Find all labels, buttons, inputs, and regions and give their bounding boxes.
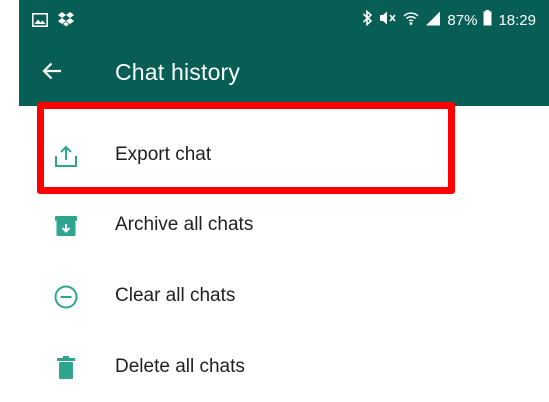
battery-icon xyxy=(483,10,492,30)
mute-icon xyxy=(379,10,397,30)
menu-item-label: Clear all chats xyxy=(115,285,236,306)
menu-item-delete-all-chats[interactable]: Delete all chats xyxy=(19,332,549,402)
page-title: Chat history xyxy=(115,59,241,85)
menu-item-export-chat[interactable]: Export chat xyxy=(19,120,549,190)
dropbox-icon xyxy=(57,12,75,32)
back-button[interactable] xyxy=(37,58,67,88)
signal-icon xyxy=(425,11,441,30)
app-frame: 87% 18:29 Chat history Export chat Archi… xyxy=(19,0,549,381)
bluetooth-icon xyxy=(362,9,373,30)
gallery-icon xyxy=(32,12,48,32)
app-bar: Chat history xyxy=(19,40,549,106)
export-icon xyxy=(53,143,79,169)
delete-icon xyxy=(53,355,79,381)
menu-item-label: Archive all chats xyxy=(115,214,254,235)
status-bar: 87% 18:29 xyxy=(19,0,549,40)
menu-item-label: Delete all chats xyxy=(115,356,245,377)
clock: 18:29 xyxy=(498,11,536,29)
status-left-icons xyxy=(32,12,75,32)
menu-item-archive-all-chats[interactable]: Archive all chats xyxy=(19,190,549,260)
menu-item-clear-all-chats[interactable]: Clear all chats xyxy=(19,261,549,331)
menu-item-label: Export chat xyxy=(115,144,212,165)
clear-icon xyxy=(53,284,79,310)
arrow-back-icon xyxy=(42,62,62,85)
battery-percent: 87% xyxy=(447,11,478,29)
wifi-icon xyxy=(403,10,419,30)
archive-icon xyxy=(53,213,79,239)
status-right: 87% 18:29 xyxy=(362,9,536,30)
